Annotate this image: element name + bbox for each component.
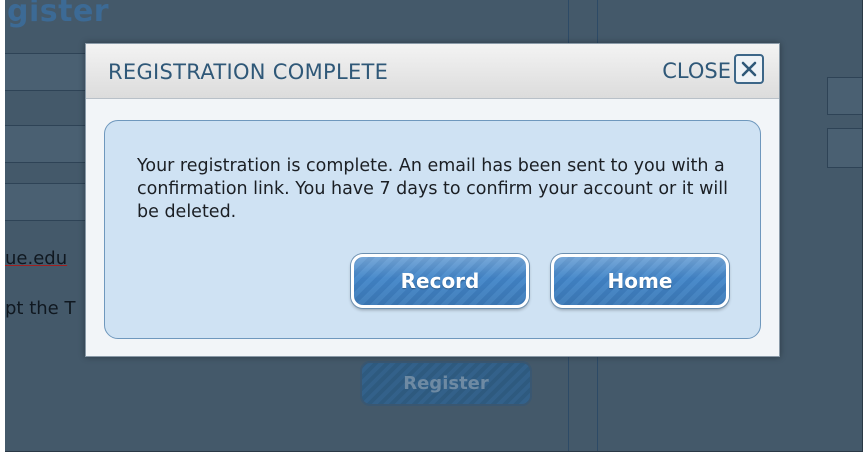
background-input-field xyxy=(5,125,87,163)
close-label[interactable]: CLOSE xyxy=(662,59,731,83)
dialog-title: REGISTRATION COMPLETE xyxy=(108,60,389,84)
confirmation-message: Your registration is complete. An email … xyxy=(137,156,728,222)
background-page-title: gister xyxy=(7,0,110,29)
record-button[interactable]: Record xyxy=(351,254,529,308)
background-input-field xyxy=(827,128,862,168)
background-email-text: ue.edu xyxy=(5,248,68,269)
background-terms-text: pt the T xyxy=(5,298,76,319)
background-input-field xyxy=(827,77,862,115)
background-input-field xyxy=(5,53,87,91)
close-icon[interactable] xyxy=(734,54,764,84)
dialog-header: REGISTRATION COMPLETE CLOSE xyxy=(86,44,779,99)
dialog-message-panel: Your registration is complete. An email … xyxy=(104,120,761,339)
home-button[interactable]: Home xyxy=(551,254,729,308)
background-register-button: Register xyxy=(360,361,532,406)
background-input-field xyxy=(5,183,87,221)
close-button[interactable]: CLOSE xyxy=(662,54,764,84)
registration-complete-dialog: REGISTRATION COMPLETE CLOSE Your registr… xyxy=(85,43,780,357)
